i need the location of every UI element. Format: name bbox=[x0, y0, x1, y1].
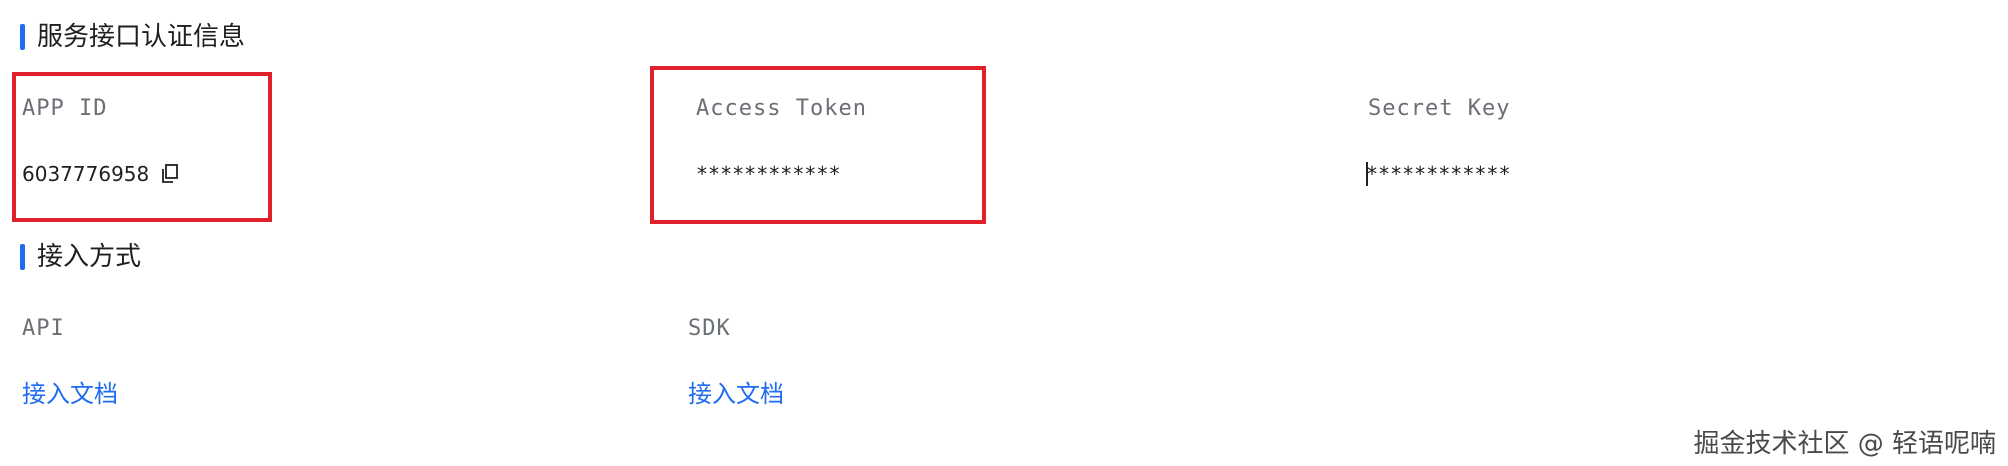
auth-section-header: 服务接口认证信息 bbox=[20, 22, 245, 52]
highlight-box-app-id bbox=[12, 72, 272, 222]
access-section-header: 接入方式 bbox=[20, 242, 141, 272]
watermark: 掘金技术社区 @ 轻语呢喃 bbox=[1693, 429, 1996, 459]
section-accent-bar bbox=[20, 244, 25, 270]
secret-key-value: ************ bbox=[1366, 162, 1511, 186]
highlight-box-access-token bbox=[650, 66, 986, 224]
sdk-label: SDK bbox=[688, 316, 731, 341]
api-label: API bbox=[22, 316, 65, 341]
api-docs-link[interactable]: 接入文档 bbox=[22, 374, 118, 409]
secret-key-label: Secret Key bbox=[1368, 96, 1511, 121]
access-section-title: 接入方式 bbox=[37, 242, 142, 272]
auth-section-title: 服务接口认证信息 bbox=[37, 22, 246, 52]
secret-key-value-row[interactable]: ************ bbox=[1366, 162, 1511, 186]
sdk-docs-link[interactable]: 接入文档 bbox=[688, 374, 784, 409]
section-accent-bar bbox=[20, 24, 25, 50]
